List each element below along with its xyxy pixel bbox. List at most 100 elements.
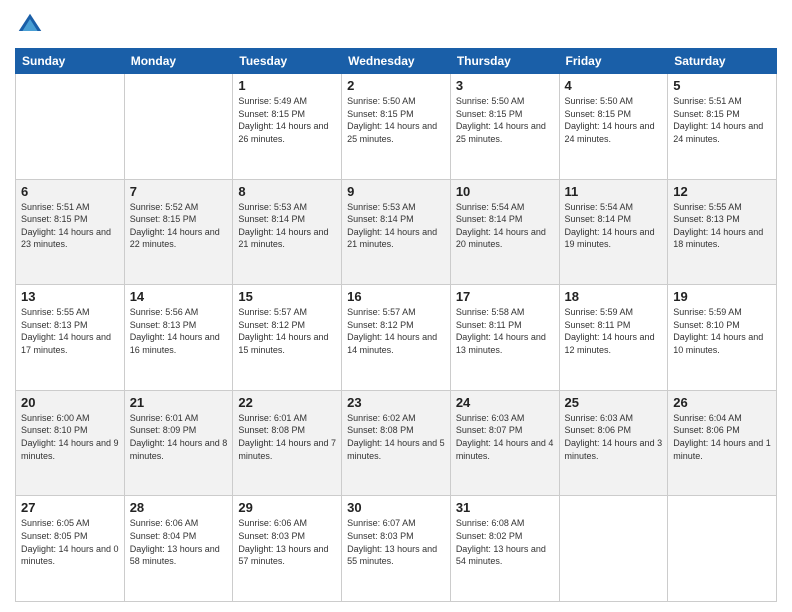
- day-info: Sunrise: 5:51 AM Sunset: 8:15 PM Dayligh…: [21, 201, 119, 251]
- day-number: 5: [673, 78, 771, 93]
- calendar-week-row: 6 Sunrise: 5:51 AM Sunset: 8:15 PM Daylig…: [16, 179, 777, 285]
- day-info: Sunrise: 5:57 AM Sunset: 8:12 PM Dayligh…: [238, 306, 336, 356]
- day-number: 8: [238, 184, 336, 199]
- day-info: Sunrise: 6:02 AM Sunset: 8:08 PM Dayligh…: [347, 412, 445, 462]
- day-info: Sunrise: 6:03 AM Sunset: 8:07 PM Dayligh…: [456, 412, 554, 462]
- day-number: 9: [347, 184, 445, 199]
- calendar-cell: 1 Sunrise: 5:49 AM Sunset: 8:15 PM Daylig…: [233, 74, 342, 180]
- day-info: Sunrise: 6:04 AM Sunset: 8:06 PM Dayligh…: [673, 412, 771, 462]
- day-info: Sunrise: 6:00 AM Sunset: 8:10 PM Dayligh…: [21, 412, 119, 462]
- calendar-cell: [668, 496, 777, 602]
- day-info: Sunrise: 6:07 AM Sunset: 8:03 PM Dayligh…: [347, 517, 445, 567]
- day-info: Sunrise: 6:06 AM Sunset: 8:04 PM Dayligh…: [130, 517, 228, 567]
- calendar-cell: 24 Sunrise: 6:03 AM Sunset: 8:07 PM Dayli…: [450, 390, 559, 496]
- calendar-cell: 5 Sunrise: 5:51 AM Sunset: 8:15 PM Daylig…: [668, 74, 777, 180]
- calendar-cell: 14 Sunrise: 5:56 AM Sunset: 8:13 PM Dayli…: [124, 285, 233, 391]
- calendar-cell: 19 Sunrise: 5:59 AM Sunset: 8:10 PM Dayli…: [668, 285, 777, 391]
- day-number: 26: [673, 395, 771, 410]
- day-number: 31: [456, 500, 554, 515]
- day-info: Sunrise: 5:50 AM Sunset: 8:15 PM Dayligh…: [456, 95, 554, 145]
- weekday-header: Saturday: [668, 49, 777, 74]
- calendar-cell: 12Sunrise: 5:55 AM Sunset: 8:13 PM Dayli…: [668, 179, 777, 285]
- day-number: 24: [456, 395, 554, 410]
- calendar-cell: 16Sunrise: 5:57 AM Sunset: 8:12 PM Dayli…: [342, 285, 451, 391]
- day-number: 18: [565, 289, 663, 304]
- day-info: Sunrise: 6:05 AM Sunset: 8:05 PM Dayligh…: [21, 517, 119, 567]
- day-number: 10: [456, 184, 554, 199]
- day-number: 12: [673, 184, 771, 199]
- day-info: Sunrise: 5:59 AM Sunset: 8:11 PM Dayligh…: [565, 306, 663, 356]
- calendar-cell: 8 Sunrise: 5:53 AM Sunset: 8:14 PM Daylig…: [233, 179, 342, 285]
- day-info: Sunrise: 5:50 AM Sunset: 8:15 PM Dayligh…: [347, 95, 445, 145]
- day-number: 1: [238, 78, 336, 93]
- day-info: Sunrise: 5:56 AM Sunset: 8:13 PM Dayligh…: [130, 306, 228, 356]
- weekday-header: Tuesday: [233, 49, 342, 74]
- day-info: Sunrise: 5:53 AM Sunset: 8:14 PM Dayligh…: [238, 201, 336, 251]
- day-number: 4: [565, 78, 663, 93]
- weekday-header: Wednesday: [342, 49, 451, 74]
- day-number: 19: [673, 289, 771, 304]
- day-number: 29: [238, 500, 336, 515]
- day-number: 25: [565, 395, 663, 410]
- calendar-cell: 18 Sunrise: 5:59 AM Sunset: 8:11 PM Dayli…: [559, 285, 668, 391]
- day-number: 13: [21, 289, 119, 304]
- weekday-header: Friday: [559, 49, 668, 74]
- calendar-cell: 3 Sunrise: 5:50 AM Sunset: 8:15 PM Daylig…: [450, 74, 559, 180]
- day-number: 28: [130, 500, 228, 515]
- day-number: 7: [130, 184, 228, 199]
- day-info: Sunrise: 5:54 AM Sunset: 8:14 PM Dayligh…: [565, 201, 663, 251]
- day-number: 27: [21, 500, 119, 515]
- day-info: Sunrise: 5:57 AM Sunset: 8:12 PM Dayligh…: [347, 306, 445, 356]
- day-number: 15: [238, 289, 336, 304]
- weekday-header: Monday: [124, 49, 233, 74]
- day-number: 20: [21, 395, 119, 410]
- day-number: 14: [130, 289, 228, 304]
- calendar-week-row: 13Sunrise: 5:55 AM Sunset: 8:13 PM Dayli…: [16, 285, 777, 391]
- calendar-week-row: 1 Sunrise: 5:49 AM Sunset: 8:15 PM Daylig…: [16, 74, 777, 180]
- day-info: Sunrise: 5:53 AM Sunset: 8:14 PM Dayligh…: [347, 201, 445, 251]
- calendar-week-row: 27 Sunrise: 6:05 AM Sunset: 8:05 PM Dayli…: [16, 496, 777, 602]
- calendar-cell: 21Sunrise: 6:01 AM Sunset: 8:09 PM Dayli…: [124, 390, 233, 496]
- calendar-week-row: 20 Sunrise: 6:00 AM Sunset: 8:10 PM Dayli…: [16, 390, 777, 496]
- calendar-cell: 10 Sunrise: 5:54 AM Sunset: 8:14 PM Dayli…: [450, 179, 559, 285]
- day-info: Sunrise: 5:54 AM Sunset: 8:14 PM Dayligh…: [456, 201, 554, 251]
- calendar-cell: 29 Sunrise: 6:06 AM Sunset: 8:03 PM Dayli…: [233, 496, 342, 602]
- day-info: Sunrise: 6:06 AM Sunset: 8:03 PM Dayligh…: [238, 517, 336, 567]
- calendar-cell: 6 Sunrise: 5:51 AM Sunset: 8:15 PM Daylig…: [16, 179, 125, 285]
- day-number: 6: [21, 184, 119, 199]
- calendar-cell: 4 Sunrise: 5:50 AM Sunset: 8:15 PM Daylig…: [559, 74, 668, 180]
- weekday-header: Sunday: [16, 49, 125, 74]
- calendar-cell: 2 Sunrise: 5:50 AM Sunset: 8:15 PM Daylig…: [342, 74, 451, 180]
- calendar-cell: 30Sunrise: 6:07 AM Sunset: 8:03 PM Dayli…: [342, 496, 451, 602]
- day-number: 3: [456, 78, 554, 93]
- calendar-cell: 22 Sunrise: 6:01 AM Sunset: 8:08 PM Dayli…: [233, 390, 342, 496]
- calendar-cell: 27 Sunrise: 6:05 AM Sunset: 8:05 PM Dayli…: [16, 496, 125, 602]
- day-info: Sunrise: 6:08 AM Sunset: 8:02 PM Dayligh…: [456, 517, 554, 567]
- logo: [15, 10, 49, 40]
- calendar-header-row: SundayMondayTuesdayWednesdayThursdayFrid…: [16, 49, 777, 74]
- day-info: Sunrise: 5:50 AM Sunset: 8:15 PM Dayligh…: [565, 95, 663, 145]
- day-number: 22: [238, 395, 336, 410]
- day-info: Sunrise: 5:59 AM Sunset: 8:10 PM Dayligh…: [673, 306, 771, 356]
- page: SundayMondayTuesdayWednesdayThursdayFrid…: [0, 0, 792, 612]
- calendar-cell: 31 Sunrise: 6:08 AM Sunset: 8:02 PM Dayli…: [450, 496, 559, 602]
- day-number: 21: [130, 395, 228, 410]
- day-info: Sunrise: 5:49 AM Sunset: 8:15 PM Dayligh…: [238, 95, 336, 145]
- calendar-cell: 11Sunrise: 5:54 AM Sunset: 8:14 PM Dayli…: [559, 179, 668, 285]
- day-info: Sunrise: 5:51 AM Sunset: 8:15 PM Dayligh…: [673, 95, 771, 145]
- day-info: Sunrise: 6:01 AM Sunset: 8:08 PM Dayligh…: [238, 412, 336, 462]
- calendar-cell: 23Sunrise: 6:02 AM Sunset: 8:08 PM Dayli…: [342, 390, 451, 496]
- calendar-cell: [124, 74, 233, 180]
- calendar-cell: 15 Sunrise: 5:57 AM Sunset: 8:12 PM Dayli…: [233, 285, 342, 391]
- calendar-cell: [16, 74, 125, 180]
- calendar-cell: 9 Sunrise: 5:53 AM Sunset: 8:14 PM Daylig…: [342, 179, 451, 285]
- logo-icon: [15, 10, 45, 40]
- calendar-cell: [559, 496, 668, 602]
- calendar-cell: 26 Sunrise: 6:04 AM Sunset: 8:06 PM Dayli…: [668, 390, 777, 496]
- day-number: 2: [347, 78, 445, 93]
- calendar-cell: 28 Sunrise: 6:06 AM Sunset: 8:04 PM Dayli…: [124, 496, 233, 602]
- day-info: Sunrise: 6:03 AM Sunset: 8:06 PM Dayligh…: [565, 412, 663, 462]
- calendar-cell: 17Sunrise: 5:58 AM Sunset: 8:11 PM Dayli…: [450, 285, 559, 391]
- calendar-cell: 25 Sunrise: 6:03 AM Sunset: 8:06 PM Dayli…: [559, 390, 668, 496]
- calendar-cell: 13Sunrise: 5:55 AM Sunset: 8:13 PM Dayli…: [16, 285, 125, 391]
